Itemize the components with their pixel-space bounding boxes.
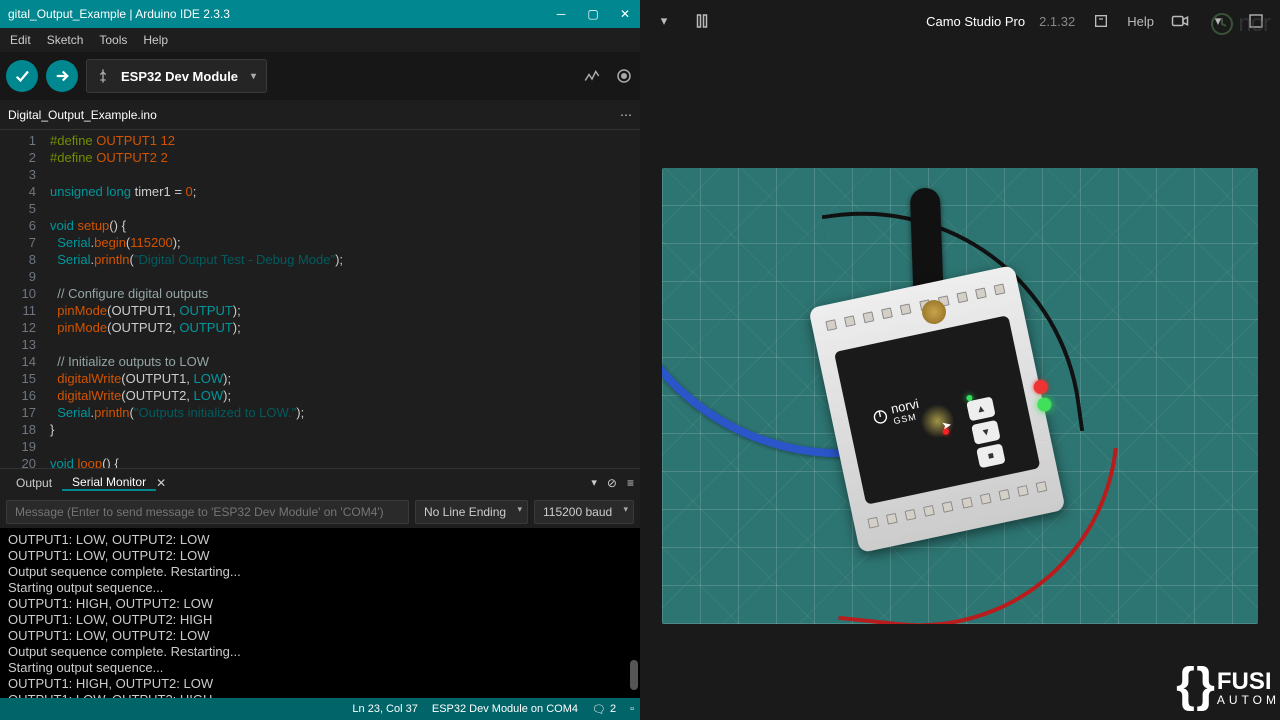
console-line: Output sequence complete. Restarting... [8,644,632,660]
code-line[interactable]: 7 Serial.begin(115200); [0,234,640,251]
console-line: OUTPUT1: HIGH, OUTPUT2: LOW [8,596,632,612]
pause-button[interactable] [690,9,714,33]
code-line[interactable]: 18} [0,421,640,438]
red-cable [838,421,1117,624]
up-button: ▲ [966,396,996,421]
line-ending-select[interactable]: No Line Ending [415,500,528,524]
console-line: OUTPUT1: LOW, OUTPUT2: LOW [8,532,632,548]
code-line[interactable]: 2#define OUTPUT2 2 [0,149,640,166]
code-line[interactable]: 3 [0,166,640,183]
console-line: Starting output sequence... [8,660,632,676]
serial-plotter-icon[interactable] [582,66,602,86]
menu-tools[interactable]: Tools [91,33,135,47]
code-line[interactable]: 14 // Initialize outputs to LOW [0,353,640,370]
window-title: gital_Output_Example | Arduino IDE 2.3.3 [8,7,554,21]
verify-button[interactable] [6,60,38,92]
camo-toolbar: ▾ Camo Studio Pro 2.1.32 Help ▾ [640,0,1280,42]
brand-watermark: nor [1210,10,1270,38]
baud-rate-select[interactable]: 115200 baud [534,500,634,524]
console-line: OUTPUT1: HIGH, OUTPUT2: LOW [8,676,632,692]
chevron-down-icon[interactable]: ▾ [591,476,597,489]
console-line: OUTPUT1: LOW, OUTPUT2: LOW [8,628,632,644]
app-title: Camo Studio Pro [926,14,1025,29]
fusion-logo: { } FUSI AUTOM [1176,666,1280,706]
serial-input-row: No Line Ending 115200 baud [0,496,640,528]
board-selector[interactable]: ESP32 Dev Module [86,59,267,93]
arduino-ide: gital_Output_Example | Arduino IDE 2.3.3… [0,0,640,720]
menu-sketch[interactable]: Sketch [39,33,92,47]
editor-tabbar: Digital_Output_Example.ino ⋯ [0,100,640,130]
app-version: 2.1.32 [1039,14,1075,29]
panel-menu-icon[interactable]: ≡ [627,476,634,490]
console-line: OUTPUT1: LOW, OUTPUT2: HIGH [8,692,632,698]
code-line[interactable]: 1#define OUTPUT1 12 [0,132,640,149]
code-line[interactable]: 10 // Configure digital outputs [0,285,640,302]
scrollbar-thumb[interactable] [630,660,638,690]
cursor-position: Ln 23, Col 37 [352,703,417,715]
tab-menu-icon[interactable]: ⋯ [620,108,632,122]
camo-studio: ▾ Camo Studio Pro 2.1.32 Help ▾ nor [640,0,1280,720]
camera-icon[interactable] [1168,9,1192,33]
console-line: Starting output sequence... [8,580,632,596]
code-line[interactable]: 12 pinMode(OUTPUT2, OUTPUT); [0,319,640,336]
code-line[interactable]: 4unsigned long timer1 = 0; [0,183,640,200]
serial-monitor-icon[interactable] [614,66,634,86]
code-line[interactable]: 11 pinMode(OUTPUT1, OUTPUT); [0,302,640,319]
tab-output[interactable]: Output [6,476,62,490]
toolbar: ESP32 Dev Module [0,52,640,100]
menubar: Edit Sketch Tools Help [0,28,640,52]
code-line[interactable]: 8 Serial.println("Digital Output Test - … [0,251,640,268]
code-line[interactable]: 15 digitalWrite(OUTPUT1, LOW); [0,370,640,387]
serial-message-input[interactable] [6,500,409,524]
board-name: ESP32 Dev Module [121,69,238,84]
chevron-down-icon[interactable]: ▾ [652,9,676,33]
code-line[interactable]: 6void setup() { [0,217,640,234]
code-line[interactable]: 5 [0,200,640,217]
code-line[interactable]: 9 [0,268,640,285]
cutting-mat: norvi GSM ➤ ▲ ▼ ■ [662,168,1258,624]
code-line[interactable]: 17 Serial.println("Outputs initialized t… [0,404,640,421]
console-line: OUTPUT1: LOW, OUTPUT2: LOW [8,548,632,564]
console-line: Output sequence complete. Restarting... [8,564,632,580]
usb-icon [95,68,111,84]
close-panel-icon[interactable]: ▫ [630,703,634,715]
console-line: OUTPUT1: LOW, OUTPUT2: HIGH [8,612,632,628]
titlebar: gital_Output_Example | Arduino IDE 2.3.3… [0,0,640,28]
code-line[interactable]: 20void loop() { [0,455,640,468]
menu-help[interactable]: Help [135,33,176,47]
help-label[interactable]: Help [1127,14,1154,29]
serial-console[interactable]: OUTPUT1: LOW, OUTPUT2: LOWOUTPUT1: LOW, … [0,528,640,698]
tab-serial-monitor[interactable]: Serial Monitor [62,475,156,491]
code-editor[interactable]: 1#define OUTPUT1 122#define OUTPUT2 234u… [0,130,640,468]
editor-tab[interactable]: Digital_Output_Example.ino [8,108,157,122]
clear-output-icon[interactable]: ⊘ [607,476,617,490]
code-line[interactable]: 16 digitalWrite(OUTPUT2, LOW); [0,387,640,404]
code-line[interactable]: 13 [0,336,640,353]
menu-edit[interactable]: Edit [2,33,39,47]
statusbar: Ln 23, Col 37 ESP32 Dev Module on COM4 🗨… [0,698,640,720]
close-button[interactable]: ✕ [618,7,632,21]
minimize-button[interactable]: ─ [554,7,568,21]
port-status: ESP32 Dev Module on COM4 [432,703,578,715]
notification-badge[interactable]: 🗨2 [592,703,616,716]
help-icon[interactable] [1089,9,1113,33]
upload-button[interactable] [46,60,78,92]
bottom-panel-tabs: Output Serial Monitor ✕ ▾ ⊘ ≡ [0,468,640,496]
camera-preview: norvi GSM ➤ ▲ ▼ ■ [640,72,1280,720]
maximize-button[interactable]: ▢ [586,7,600,21]
close-serial-icon[interactable]: ✕ [156,476,170,490]
code-line[interactable]: 19 [0,438,640,455]
